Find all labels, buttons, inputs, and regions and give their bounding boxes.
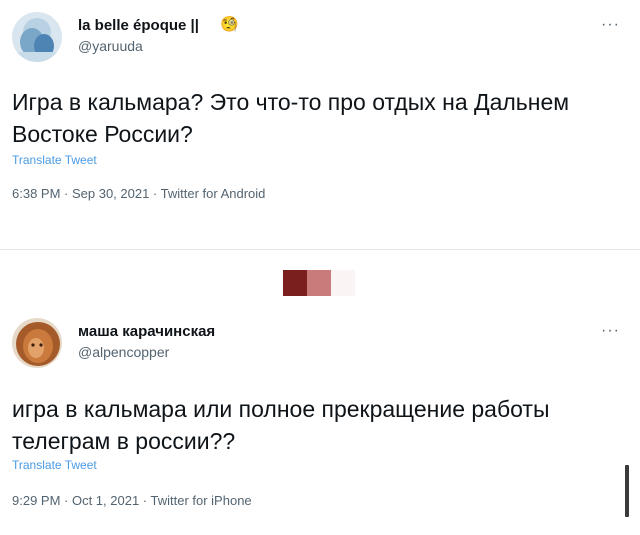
avatar-image [12,12,62,62]
divider [0,249,640,250]
tweet-meta[interactable]: 6:38 PM · Sep 30, 2021 · Twitter for And… [12,186,265,201]
tweet-card[interactable]: la belle époque || 🧐 @yaruuda ··· Игра в… [0,0,640,230]
tweet-text-line-1: Игра в кальмара? Это что-то про отдых на… [12,89,570,115]
avatar[interactable] [12,12,62,62]
divider-block-dark [283,270,307,296]
divider-block-light [307,270,331,296]
translate-tweet-link[interactable]: Translate Tweet [12,458,97,472]
tweet-text-line-2: Востоке России? [12,121,193,147]
more-options-icon[interactable]: ··· [601,16,620,34]
tweet-meta[interactable]: 9:29 PM · Oct 1, 2021 · Twitter for iPho… [12,493,252,508]
more-options-icon[interactable]: ··· [601,322,620,340]
scrollbar[interactable] [625,465,629,517]
avatar[interactable] [12,318,62,368]
handle[interactable]: @yaruuda [78,38,143,54]
avatar-image [12,318,62,368]
emoji: 🧐 [220,16,239,33]
divider-block-faint [331,270,355,296]
translate-tweet-link[interactable]: Translate Tweet [12,153,97,167]
display-name[interactable]: la belle époque || [78,17,199,34]
tweet-text-line-1: игра в кальмара или полное прекращение р… [12,396,550,422]
tweet-text-line-2: телеграм в россии?? [12,428,236,454]
handle[interactable]: @alpencopper [78,344,169,360]
display-name[interactable]: маша карачинская [78,323,215,340]
